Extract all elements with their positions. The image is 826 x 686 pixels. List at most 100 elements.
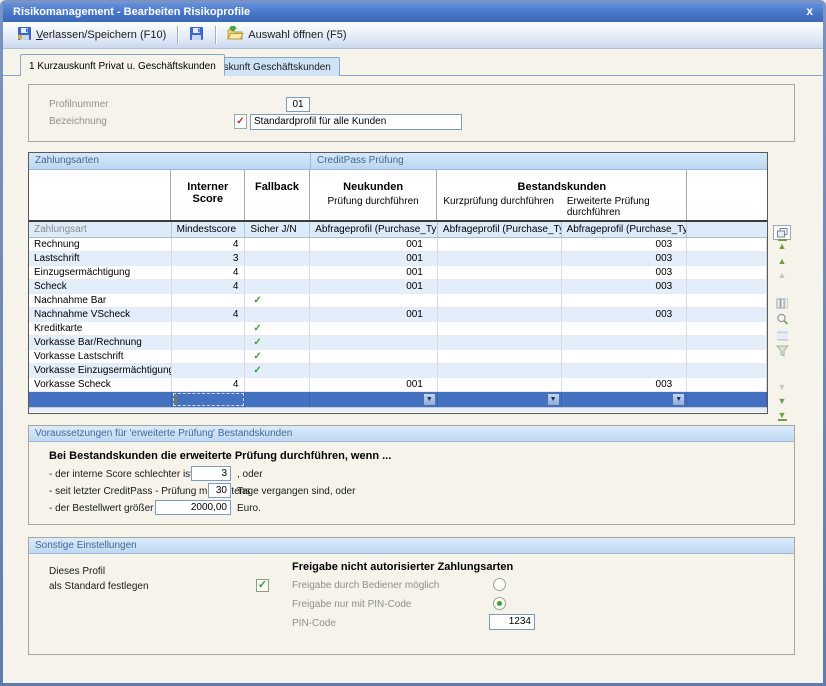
grid-cell[interactable] <box>245 266 310 280</box>
grid-cell[interactable] <box>245 252 310 266</box>
grid-cell[interactable] <box>438 280 562 294</box>
grid-cell[interactable] <box>438 238 562 252</box>
bezeichnung-input[interactable]: Standardprofil für alle Kunden <box>250 114 462 130</box>
grid-cell[interactable] <box>438 308 562 322</box>
grid-cell[interactable]: Lastschrift <box>29 252 172 266</box>
grid-cell[interactable] <box>687 336 767 350</box>
grid-cell[interactable]: 3 <box>172 252 246 266</box>
col-sicher[interactable]: Sicher J/N <box>245 222 310 237</box>
grid-cell[interactable] <box>438 350 562 364</box>
grid-cell[interactable]: Nachnahme VScheck <box>29 308 172 322</box>
grid-cell[interactable] <box>172 364 246 378</box>
grid-edit-cell[interactable] <box>172 392 246 407</box>
grid-cell[interactable] <box>29 392 172 407</box>
grid-cell[interactable]: 4 <box>172 308 246 322</box>
grid-cell[interactable]: Rechnung <box>29 238 172 252</box>
grid-cell[interactable] <box>562 322 688 336</box>
grid-cell[interactable] <box>687 294 767 308</box>
table-row[interactable]: Rechnung4 001 003 <box>29 238 767 252</box>
grid-cell[interactable]: 4 <box>172 238 246 252</box>
grid-cell[interactable] <box>172 294 246 308</box>
grid-cell[interactable]: ✓ <box>245 364 310 378</box>
grid-cell[interactable]: 001 <box>310 280 438 294</box>
save-button[interactable] <box>183 25 210 46</box>
col-abfrageprofil-kurz[interactable]: Abfrageprofil (Purchase_Type) <box>438 222 562 237</box>
close-button[interactable]: x <box>806 3 813 20</box>
grid-cell[interactable]: 003 <box>562 308 688 322</box>
grid-cell[interactable] <box>438 364 562 378</box>
grid-cell[interactable]: Vorkasse Lastschrift <box>29 350 172 364</box>
table-row[interactable]: Nachnahme Bar✓ <box>29 294 767 308</box>
grid-cell[interactable] <box>562 294 688 308</box>
table-row[interactable]: Nachnahme VScheck4001003 <box>29 308 767 322</box>
grid-cell[interactable] <box>245 378 310 392</box>
grid-cell[interactable] <box>687 252 767 266</box>
grid-cell[interactable]: 001 <box>310 378 438 392</box>
grid-cell[interactable] <box>687 364 767 378</box>
grid-cell[interactable] <box>310 322 438 336</box>
col-abfrageprofil-neu[interactable]: Abfrageprofil (Purchase_Type) <box>310 222 438 237</box>
grid-new-row[interactable]: ▼ ▼ ▼ <box>29 392 767 407</box>
grid-cell[interactable] <box>687 238 767 252</box>
grid-cell[interactable] <box>310 364 438 378</box>
columns-icon[interactable] <box>773 298 791 311</box>
page-up-icon[interactable]: ▲ <box>773 255 791 268</box>
grid-cell[interactable] <box>310 294 438 308</box>
prev-row-icon[interactable]: ▲ <box>773 269 791 282</box>
grid-cell[interactable] <box>687 308 767 322</box>
column-chooser-button[interactable] <box>773 225 791 240</box>
grid-cell[interactable] <box>438 336 562 350</box>
order-value-input[interactable]: 2000,00 <box>155 500 231 515</box>
first-row-icon[interactable]: ▲ <box>773 239 791 252</box>
table-row[interactable]: Vorkasse Einzugsermächtigung ✓ <box>29 364 767 378</box>
score-threshold-input[interactable]: 3 <box>191 466 231 481</box>
standard-checkbox[interactable]: ✓ <box>256 579 269 592</box>
grid-cell[interactable]: 001 <box>310 238 438 252</box>
grid-cell[interactable] <box>687 322 767 336</box>
table-row[interactable]: Einzugsermächtigung4 001 003 <box>29 266 767 280</box>
grid-cell[interactable]: 4 <box>172 266 246 280</box>
grid-cell[interactable]: ▼ <box>438 392 562 407</box>
grid-cell[interactable] <box>172 336 246 350</box>
grid-cell[interactable]: ▼ <box>562 392 688 407</box>
grid-cell[interactable]: Vorkasse Einzugsermächtigung <box>29 364 172 378</box>
grid-cell[interactable] <box>172 350 246 364</box>
filter-icon[interactable] <box>773 345 791 358</box>
grid-cell[interactable]: 003 <box>562 252 688 266</box>
grid-cell[interactable] <box>245 392 310 407</box>
grid-cell[interactable]: Vorkasse Scheck <box>29 378 172 392</box>
grid-cell[interactable] <box>245 238 310 252</box>
grid-cell[interactable] <box>172 322 246 336</box>
page-down-icon[interactable]: ▼ <box>773 395 791 408</box>
bediener-radio[interactable] <box>493 578 506 591</box>
grid-cell[interactable] <box>687 280 767 294</box>
pin-radio[interactable] <box>493 597 506 610</box>
dropdown-button[interactable]: ▼ <box>547 393 560 406</box>
grid-cell[interactable]: 4 <box>172 280 246 294</box>
table-row[interactable]: Vorkasse Bar/Rechnung ✓ <box>29 336 767 350</box>
grid-cell[interactable] <box>438 378 562 392</box>
last-row-icon[interactable]: ▼ <box>773 409 791 422</box>
grid-cell[interactable] <box>438 252 562 266</box>
grid-cell[interactable]: 4 <box>172 378 246 392</box>
grid-cell[interactable]: 003 <box>562 238 688 252</box>
grid-cell[interactable]: Einzugsermächtigung <box>29 266 172 280</box>
grid-cell[interactable]: ✓ <box>245 322 310 336</box>
dropdown-button[interactable]: ▼ <box>672 393 685 406</box>
table-row[interactable]: Scheck4001003 <box>29 280 767 294</box>
grid-cell[interactable]: 003 <box>562 266 688 280</box>
grid-cell[interactable]: 001 <box>310 266 438 280</box>
grid-cell[interactable]: ✓ <box>245 350 310 364</box>
grid-cell[interactable] <box>310 350 438 364</box>
grid-cell[interactable]: ✓ <box>245 336 310 350</box>
grid-cell[interactable] <box>562 364 688 378</box>
table-row[interactable]: Vorkasse Scheck4001003 <box>29 378 767 392</box>
grid-cell[interactable] <box>562 336 688 350</box>
open-selection-button[interactable]: Auswahl öffnen (F5) <box>221 25 352 46</box>
grid-cell[interactable]: Vorkasse Bar/Rechnung <box>29 336 172 350</box>
profilnummer-input[interactable]: 01 <box>286 97 310 112</box>
grid-cell[interactable]: Scheck <box>29 280 172 294</box>
save-exit-button[interactable]: Verlassen/Speichern (F10) <box>11 25 172 46</box>
titlebar[interactable]: Risikomanagement - Bearbeiten Risikoprof… <box>3 3 823 22</box>
days-input[interactable]: 30 <box>208 483 231 498</box>
